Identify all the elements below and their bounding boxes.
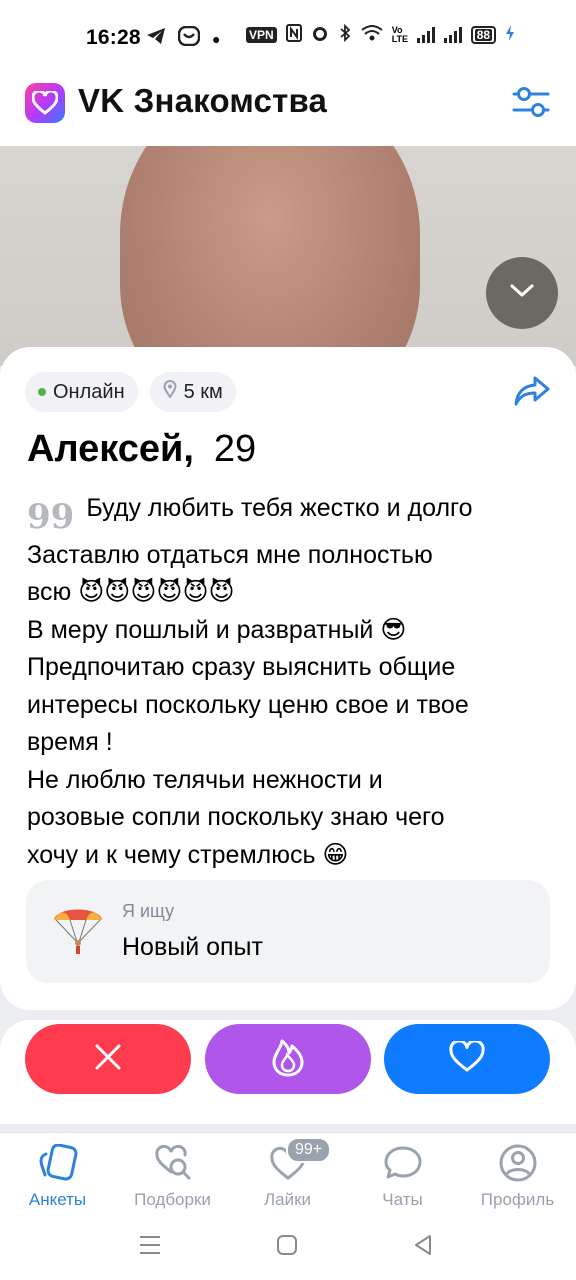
action-bar	[0, 1020, 576, 1124]
distance-label: 5 км	[183, 380, 223, 403]
signal-icon	[416, 27, 435, 43]
alarm-icon	[311, 24, 329, 46]
vpn-icon: VPN	[246, 27, 277, 43]
online-status-label: Онлайн	[53, 380, 125, 403]
close-icon	[93, 1042, 123, 1077]
chat-icon	[345, 1141, 460, 1185]
location-pin-icon	[163, 380, 177, 404]
distance-chip: 5 км	[149, 372, 236, 412]
wifi-icon	[361, 24, 383, 46]
share-icon[interactable]	[514, 375, 550, 407]
collapse-button[interactable]	[486, 257, 558, 329]
tab-label: Профиль	[480, 1190, 555, 1209]
dislike-button[interactable]	[25, 1024, 191, 1094]
system-indicators: VPN Vo LTE 88	[246, 23, 515, 46]
parachute-icon	[52, 900, 104, 956]
online-dot-icon	[38, 388, 46, 396]
home-icon[interactable]	[276, 1234, 298, 1261]
telegram-icon	[146, 27, 166, 50]
profile-icon	[460, 1141, 575, 1185]
profile-bio: 99 Буду любить тебя жестко и долго Застав…	[27, 490, 547, 874]
profile-name: Алексей,	[27, 428, 194, 470]
volte-icon: Vo LTE	[391, 25, 409, 44]
likes-badge: 99+	[286, 1137, 332, 1163]
bottom-tab-bar: Анкеты Подборки 99+ Лайки Чаты Профиль	[0, 1132, 576, 1214]
menu-icon[interactable]	[138, 1234, 162, 1261]
looking-for-section: Я ищу Новый опыт	[26, 880, 550, 983]
quote-icon: 99	[27, 497, 75, 537]
bio-text: Буду любить тебя жестко и долго Заставлю…	[27, 494, 473, 869]
battery-icon: 88	[470, 26, 497, 44]
online-status-chip: Онлайн	[25, 372, 138, 412]
like-button[interactable]	[384, 1024, 550, 1094]
app-title: VK Знакомства	[78, 82, 328, 119]
superlike-button[interactable]	[205, 1024, 371, 1094]
profile-photo[interactable]	[0, 146, 576, 366]
chevron-down-icon	[508, 282, 536, 305]
back-icon[interactable]	[412, 1234, 434, 1261]
tab-podborki[interactable]: Подборки	[115, 1141, 230, 1210]
profile-card: Онлайн 5 км Алексей, 29 99 Буду любить теб…	[0, 347, 576, 1010]
nfc-icon	[285, 24, 302, 46]
tab-label: Подборки	[134, 1190, 211, 1209]
looking-for-value: Новый опыт	[122, 933, 263, 961]
tab-laiki[interactable]: 99+ Лайки	[230, 1137, 345, 1210]
tab-profile[interactable]: Профиль	[460, 1141, 575, 1210]
profile-name-age: Алексей, 29	[27, 428, 256, 471]
system-nav-bar	[0, 1214, 576, 1280]
app-header: VK Знакомства	[0, 76, 576, 146]
app-notification-icon	[177, 25, 201, 51]
charging-icon	[505, 24, 515, 46]
signal-icon-2	[443, 27, 462, 43]
heart-icon	[25, 83, 65, 123]
notification-icons: ●	[146, 25, 221, 51]
tab-label: Анкеты	[28, 1190, 87, 1209]
looking-for-label: Я ищу	[122, 901, 175, 921]
fire-icon	[271, 1037, 305, 1082]
tab-chaty[interactable]: Чаты	[345, 1141, 460, 1210]
sliders-icon[interactable]	[512, 85, 550, 119]
dot-icon: ●	[212, 30, 221, 47]
profile-age: 29	[213, 428, 257, 470]
bluetooth-icon	[338, 23, 352, 46]
tab-label: Лайки	[263, 1190, 312, 1209]
profile-chips: Онлайн 5 км	[25, 372, 236, 412]
likes-icon: 99+	[230, 1137, 345, 1185]
heart-icon	[448, 1038, 486, 1078]
heart-search-icon	[115, 1141, 230, 1185]
tab-ankety[interactable]: Анкеты	[0, 1141, 115, 1210]
cards-icon	[0, 1141, 115, 1185]
photo-subject	[120, 146, 420, 366]
status-time: 16:28	[86, 26, 141, 49]
status-bar: 16:28 ● VPN Vo LTE 88	[0, 0, 576, 76]
tab-label: Чаты	[382, 1190, 423, 1209]
